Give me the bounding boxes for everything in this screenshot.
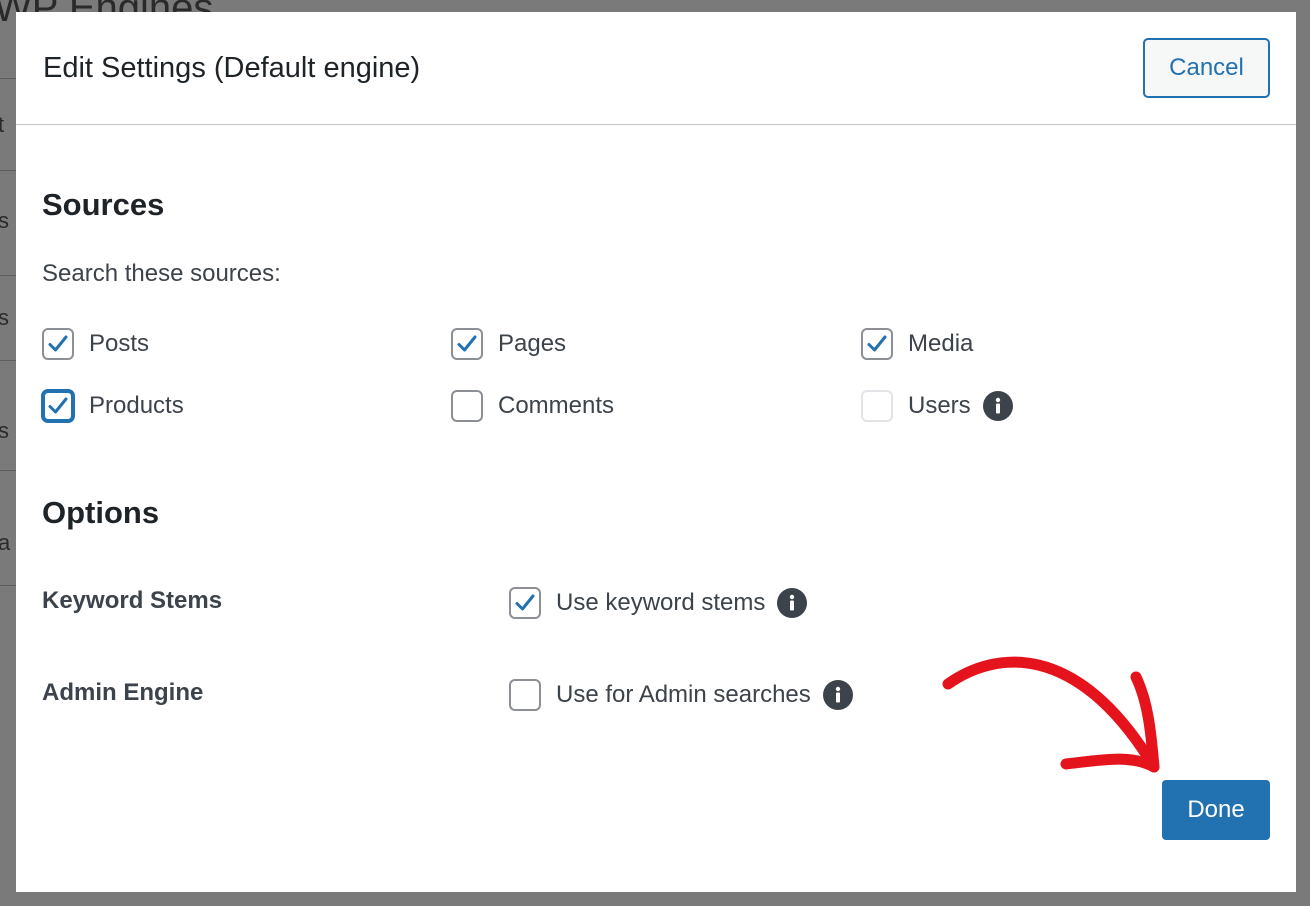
- background-text: s: [0, 418, 9, 443]
- admin-engine-option[interactable]: Use for Admin searches: [509, 679, 853, 711]
- posts-label: Posts: [89, 330, 150, 357]
- keyword-stems-checkbox[interactable]: [509, 587, 541, 619]
- comments-label: Comments: [498, 392, 615, 419]
- info-icon[interactable]: [822, 680, 853, 710]
- products-label: Products: [89, 392, 184, 419]
- background-text: t: [0, 112, 5, 137]
- background-text: s: [0, 305, 9, 330]
- options-heading: Options: [42, 495, 160, 530]
- info-icon[interactable]: [982, 391, 1013, 421]
- background-divider: [0, 360, 16, 361]
- admin-engine-label: Admin Engine: [42, 679, 204, 706]
- pages-label: Pages: [498, 330, 567, 357]
- checkmark-icon: [515, 594, 535, 611]
- keyword-stems-label: Keyword Stems: [42, 587, 223, 614]
- users-label: Users: [908, 392, 971, 419]
- users-checkbox[interactable]: [861, 390, 893, 422]
- source-products-option[interactable]: Products: [42, 390, 184, 422]
- source-posts-option[interactable]: Posts: [42, 328, 149, 360]
- modal-title: Edit Settings (Default engine): [43, 52, 421, 84]
- media-checkbox[interactable]: [861, 328, 893, 360]
- products-checkbox[interactable]: [42, 390, 74, 422]
- cancel-button[interactable]: Cancel: [1143, 38, 1270, 98]
- keyword-stems-checkbox-label: Use keyword stems: [556, 589, 766, 616]
- sources-heading: Sources: [42, 187, 165, 222]
- checkmark-icon: [48, 335, 68, 352]
- admin-searches-checkbox[interactable]: [509, 679, 541, 711]
- background-divider: [0, 275, 16, 276]
- source-comments-option[interactable]: Comments: [451, 390, 614, 422]
- red-arrow-annotation: [942, 656, 1160, 773]
- background-text: a: [0, 530, 11, 555]
- checkmark-icon: [48, 397, 68, 414]
- media-label: Media: [908, 330, 974, 357]
- checkmark-icon: [867, 335, 887, 352]
- info-icon[interactable]: [777, 588, 808, 618]
- background-divider: [0, 170, 16, 171]
- sources-prompt: Search these sources:: [42, 260, 281, 287]
- background-divider: [0, 78, 16, 79]
- source-users-option[interactable]: Users: [861, 390, 1013, 422]
- done-button[interactable]: Done: [1162, 780, 1270, 840]
- edit-settings-modal: Edit Settings (Default engine) Cancel So…: [16, 12, 1296, 892]
- posts-checkbox[interactable]: [42, 328, 74, 360]
- background-divider: [0, 470, 16, 471]
- admin-searches-checkbox-label: Use for Admin searches: [556, 681, 811, 708]
- keyword-stems-option[interactable]: Use keyword stems: [509, 587, 808, 619]
- source-pages-option[interactable]: Pages: [451, 328, 566, 360]
- modal-header: Edit Settings (Default engine) Cancel: [16, 12, 1296, 125]
- background-divider: [0, 585, 16, 586]
- source-media-option[interactable]: Media: [861, 328, 973, 360]
- checkmark-icon: [457, 335, 477, 352]
- comments-checkbox[interactable]: [451, 390, 483, 422]
- pages-checkbox[interactable]: [451, 328, 483, 360]
